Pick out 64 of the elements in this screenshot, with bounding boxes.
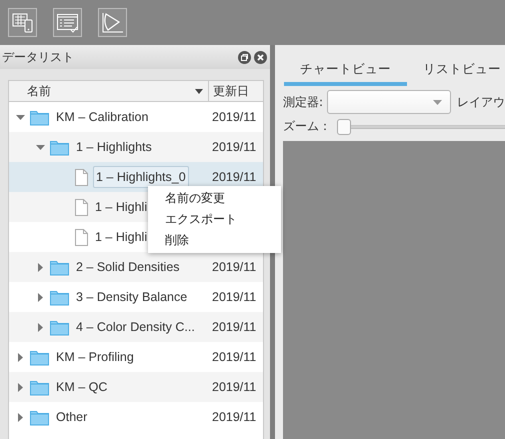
item-name: 2 – Solid Densities (75, 259, 181, 276)
toolbar-button[interactable] (8, 8, 37, 37)
instrument-label: 測定器: (283, 94, 324, 110)
expand-icon[interactable] (18, 382, 22, 392)
toolbar-button[interactable] (98, 8, 127, 37)
column-header[interactable]: 更新日 (209, 81, 249, 101)
date-cell-text: 2019/11 (211, 410, 256, 424)
item-name: KM – Calibration (55, 109, 150, 126)
item-name: 1 – Highli (94, 199, 148, 216)
file-icon (75, 168, 88, 186)
expand-icon[interactable] (18, 412, 22, 422)
item-name: 1 – Highlights_0 (93, 166, 189, 188)
folder-row[interactable]: 3 – Density Balance 2019/11 (9, 282, 263, 312)
date-cell-text: 2019/11 (211, 380, 256, 394)
file-icon (75, 228, 88, 246)
item-name: Other (55, 409, 88, 426)
folder-row[interactable]: 1 – Highlights 2019/11 (9, 132, 263, 162)
folder-row[interactable]: 4 – Color Density C... 2019/11 (9, 312, 263, 342)
dropdown-caret-icon (433, 100, 442, 104)
item-name: 1 – Highlights (75, 139, 153, 156)
item-name: KM – QC (55, 379, 108, 396)
date-cell-text: 2019/11 (211, 140, 256, 154)
folder-row[interactable]: Other 2019/11 (9, 402, 263, 432)
file-row[interactable]: 1 – Highlights_0 2019/11 (9, 162, 263, 192)
folder-row[interactable]: KM – Profiling 2019/11 (9, 342, 263, 372)
column-header[interactable]: 名前 (9, 81, 209, 101)
view-tab[interactable]: リストビュー (407, 57, 505, 86)
item-name: KM – Profiling (55, 349, 135, 366)
folder-icon (50, 288, 69, 306)
item-name: 4 – Color Density C... (75, 319, 196, 336)
expand-icon[interactable] (38, 262, 42, 272)
folder-icon (30, 108, 49, 126)
folder-icon (50, 138, 69, 156)
folder-row[interactable]: 2 – Solid Densities 2019/11 (9, 252, 263, 282)
collapse-icon[interactable] (36, 144, 44, 150)
layout-label: レイアウ (457, 94, 505, 110)
close-icon[interactable] (254, 50, 267, 64)
item-name: 3 – Density Balance (75, 289, 188, 306)
collapse-icon[interactable] (16, 114, 24, 120)
folder-icon (50, 258, 69, 276)
expand-icon[interactable] (38, 322, 42, 332)
panel-title: データリスト (2, 48, 75, 66)
view-tab[interactable]: チャートビュー (284, 57, 407, 86)
item-name: 1 – Highli (94, 229, 148, 246)
folder-row[interactable]: KM – Calibration 2019/11 (9, 102, 263, 132)
date-cell-text: 2019/11 (211, 320, 256, 334)
date-cell-text: 2019/11 (211, 260, 256, 274)
date-cell-text: 2019/11 (211, 170, 256, 184)
date-cell-text: 2019/11 (211, 290, 256, 304)
folder-icon (30, 378, 49, 396)
folder-icon (30, 348, 49, 366)
expand-icon[interactable] (18, 352, 22, 362)
zoom-label: ズーム： (283, 118, 331, 135)
folder-row[interactable]: KM – QC 2019/11 (9, 372, 263, 402)
folder-icon (30, 408, 49, 426)
date-cell-text: 2019/11 (211, 350, 256, 364)
restore-icon[interactable] (238, 50, 251, 64)
file-icon (75, 198, 88, 216)
date-cell-text: 2019/11 (211, 110, 256, 124)
menu-item[interactable]: 削除 (148, 230, 281, 251)
toolbar-button[interactable] (53, 8, 82, 37)
folder-icon (50, 318, 69, 336)
expand-icon[interactable] (38, 292, 42, 302)
slider-thumb[interactable] (337, 118, 351, 134)
